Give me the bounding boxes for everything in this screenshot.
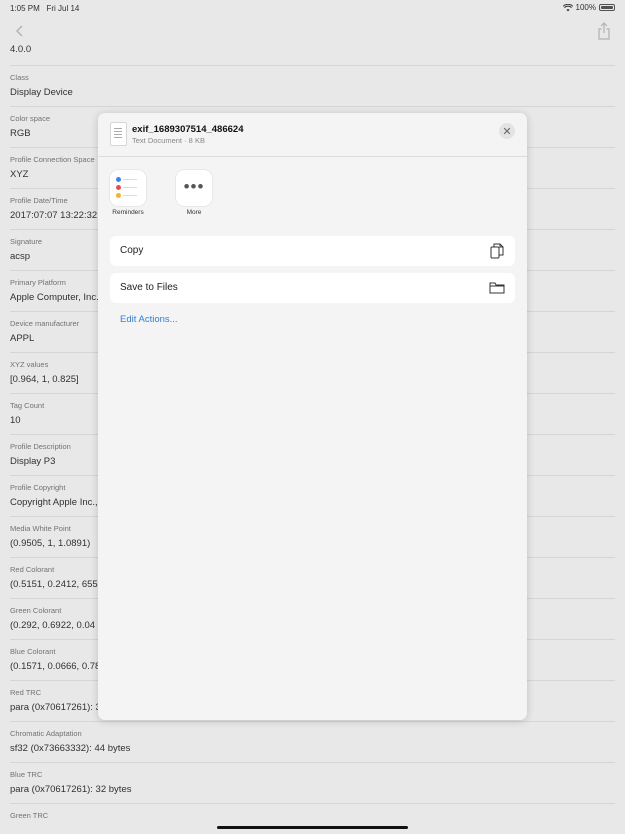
app-row: Reminders ••• More <box>110 170 212 216</box>
reminders-icon <box>110 170 146 206</box>
close-icon: ✕ <box>502 125 512 138</box>
copy-icon <box>490 243 504 259</box>
action-label: Save to Files <box>120 282 178 293</box>
share-sheet-header: exif_1689307514_486624 Text Document · 8… <box>98 113 527 157</box>
more-icon: ••• <box>176 170 212 206</box>
edit-actions-link[interactable]: Edit Actions... <box>120 314 178 325</box>
share-sheet: exif_1689307514_486624 Text Document · 8… <box>98 113 527 720</box>
app-more[interactable]: ••• More <box>176 170 212 216</box>
document-thumbnail <box>110 122 127 146</box>
file-subtitle: Text Document · 8 KB <box>132 136 205 145</box>
action-label: Copy <box>120 245 144 256</box>
app-label: Reminders <box>112 209 144 216</box>
copy-action[interactable]: Copy <box>110 236 515 266</box>
app-reminders[interactable]: Reminders <box>110 170 146 216</box>
save-to-files-action[interactable]: Save to Files <box>110 273 515 303</box>
app-label: More <box>186 209 202 216</box>
close-button[interactable]: ✕ <box>499 123 515 139</box>
home-indicator <box>217 826 408 829</box>
folder-icon <box>489 282 505 294</box>
file-name: exif_1689307514_486624 <box>132 124 244 135</box>
